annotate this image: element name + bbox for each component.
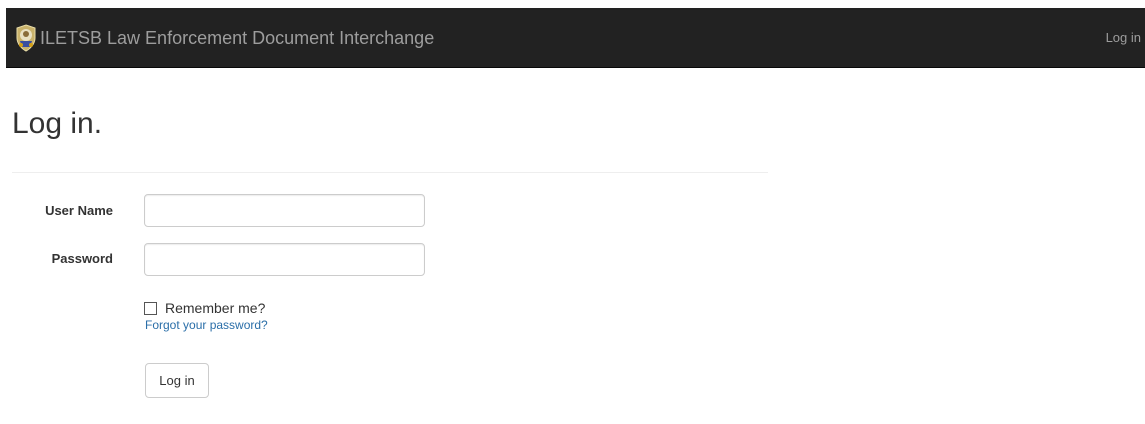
- login-button[interactable]: Log in: [145, 363, 209, 398]
- law-enforcement-seal-icon: [14, 24, 38, 52]
- password-label: Password: [51, 251, 113, 266]
- password-input[interactable]: [144, 243, 425, 276]
- nav-login-link[interactable]: Log in: [1106, 30, 1141, 45]
- remember-me-label[interactable]: Remember me?: [165, 300, 265, 316]
- remember-me-checkbox[interactable]: [144, 301, 157, 315]
- divider: [12, 172, 768, 173]
- username-label: User Name: [45, 203, 113, 218]
- top-navbar: ILETSB Law Enforcement Document Intercha…: [6, 8, 1145, 68]
- username-input[interactable]: [144, 194, 425, 227]
- page: ILETSB Law Enforcement Document Intercha…: [0, 0, 1145, 424]
- remember-me-row: Remember me?: [144, 300, 265, 316]
- brand-title: ILETSB Law Enforcement Document Intercha…: [40, 27, 435, 48]
- forgot-password-link[interactable]: Forgot your password?: [145, 318, 268, 332]
- page-title: Log in.: [12, 107, 103, 140]
- brand-link[interactable]: ILETSB Law Enforcement Document Intercha…: [14, 23, 434, 53]
